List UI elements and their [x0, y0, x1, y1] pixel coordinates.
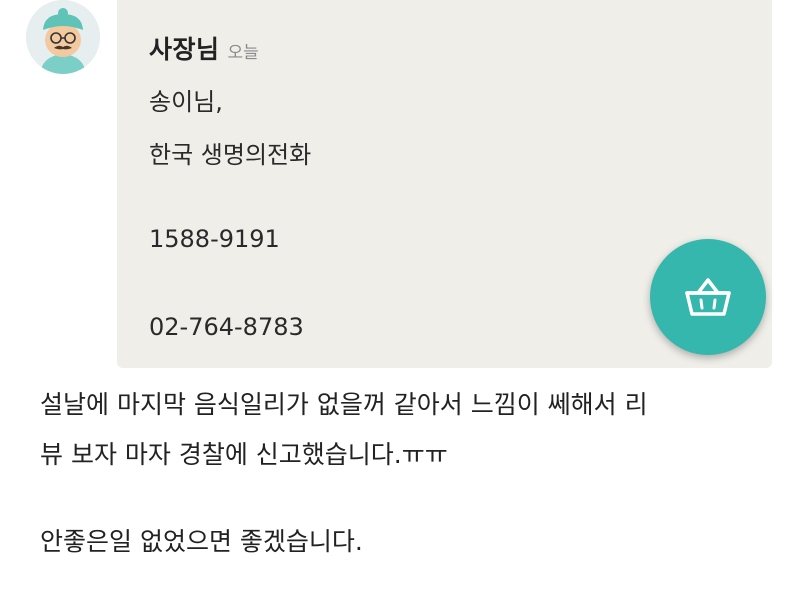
sender-row: 사장님 오늘: [149, 30, 259, 66]
message-line: 송이님,: [149, 88, 223, 116]
post-text: 설날에 마지막 음식일리가 없을꺼 같아서 느낌이 쎄해서 리 뷰 보자 마자 …: [40, 380, 780, 567]
avatar[interactable]: [26, 0, 100, 74]
shopping-basket-icon: [685, 278, 731, 316]
post-line: 안좋은일 없었으면 좋겠습니다.: [40, 527, 363, 556]
post-line: 설날에 마지막 음식일리가 없을꺼 같아서 느낌이 쎄해서 리: [40, 390, 648, 419]
basket-fab-button[interactable]: [650, 239, 766, 355]
chef-avatar-icon: [26, 0, 100, 74]
sender-name: 사장님: [149, 35, 220, 64]
message-line: 02-764-8783: [149, 313, 304, 341]
post-line: 뷰 보자 마자 경찰에 신고했습니다.ㅠㅠ: [40, 440, 448, 469]
message-time: 오늘: [227, 43, 259, 63]
message-line: 한국 생명의전화: [149, 141, 312, 169]
message-line: 1588-9191: [149, 225, 280, 253]
